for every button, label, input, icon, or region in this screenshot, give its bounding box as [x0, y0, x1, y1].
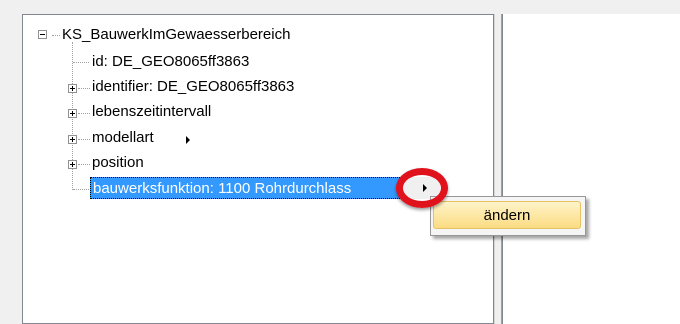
menu-item-aendern[interactable]: ändern: [433, 201, 581, 229]
window-top-bar: [0, 0, 680, 14]
tree-connector-line: [52, 35, 60, 36]
collapse-toggle-icon[interactable]: [38, 30, 47, 39]
tree-node-label: id: DE_GEO8065ff3863: [92, 53, 250, 70]
panel-splitter[interactable]: [494, 14, 502, 324]
tree-node-bauwerksfunktion[interactable]: bauwerksfunktion: 1100 Rohrdurchlass: [90, 177, 402, 199]
submenu-arrow-icon[interactable]: [186, 136, 190, 144]
tree-node-id[interactable]: id: DE_GEO8065ff3863: [92, 51, 249, 73]
tree-connector-line: [78, 113, 90, 114]
tree-node-label: identifier: DE_GEO8065ff3863: [92, 78, 295, 95]
tree-connector-line: [73, 189, 89, 190]
expand-toggle-icon[interactable]: [68, 135, 77, 144]
tree-node-identifier[interactable]: identifier: DE_GEO8065ff3863: [92, 76, 294, 98]
menu-item-label: ändern: [483, 207, 531, 224]
tree-node-label: bauwerksfunktion: 1100 Rohrdurchlass: [93, 180, 352, 197]
tree-node-lebenszeitintervall[interactable]: lebenszeitintervall: [92, 101, 211, 123]
highlight-circle: [396, 168, 448, 208]
expand-toggle-icon[interactable]: [68, 160, 77, 169]
tree-connector-line: [73, 62, 89, 63]
tree-node-label: position: [92, 154, 144, 171]
tree-node-position[interactable]: position: [92, 152, 144, 174]
tree-node-label: lebenszeitintervall: [92, 103, 212, 120]
tree-connector-line: [78, 139, 90, 140]
tree-node-label: modellart: [92, 129, 154, 146]
expand-toggle-icon[interactable]: [68, 109, 77, 118]
tree-connector-line: [78, 164, 90, 165]
context-menu: ändern: [430, 196, 586, 236]
expand-toggle-icon[interactable]: [68, 84, 77, 93]
tree-root-node[interactable]: KS_BauwerkImGewaesserbereich: [62, 24, 290, 46]
tree-connector-line: [78, 88, 90, 89]
tree-node-modellart[interactable]: modellart: [92, 127, 154, 149]
detail-panel: [502, 14, 680, 324]
tree-root-label: KS_BauwerkImGewaesserbereich: [62, 26, 291, 43]
